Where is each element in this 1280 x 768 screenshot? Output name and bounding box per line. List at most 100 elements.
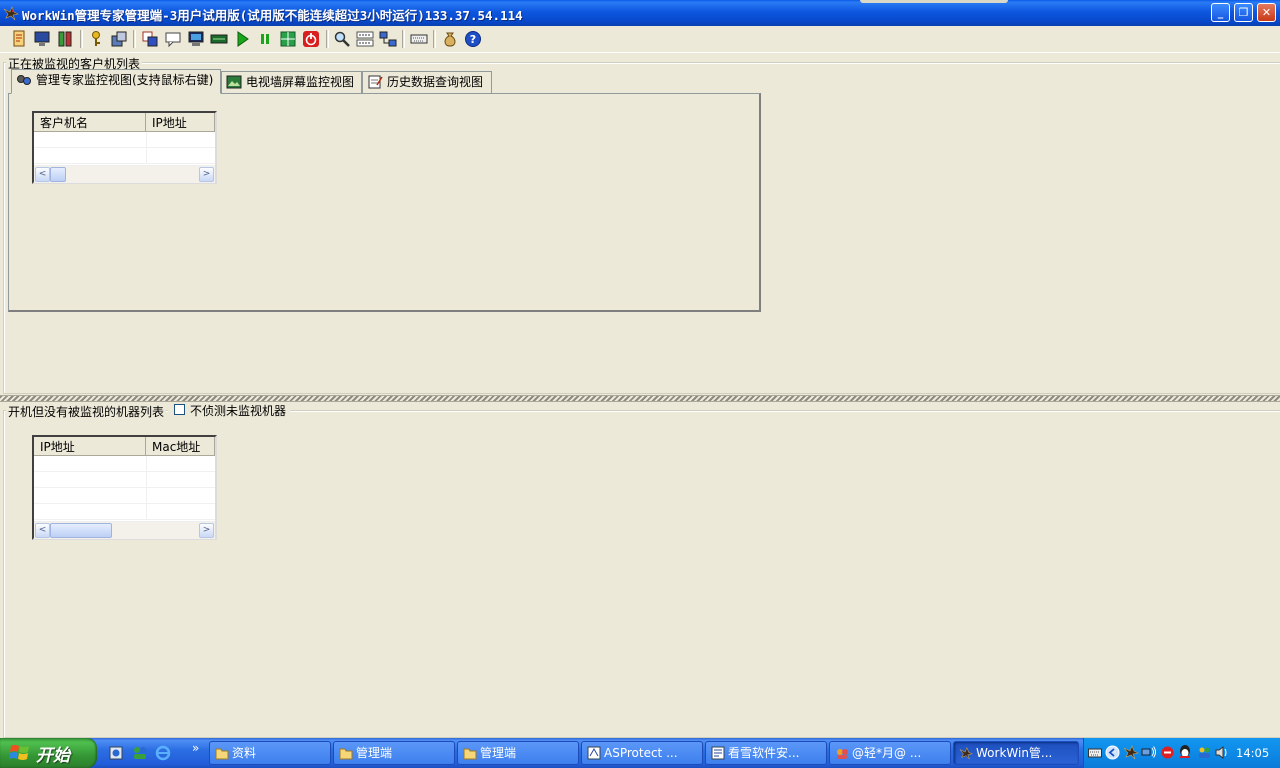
- scroll-thumb[interactable]: [50, 167, 66, 182]
- table-row[interactable]: [34, 148, 215, 164]
- column-header-ip[interactable]: IP地址: [146, 113, 215, 132]
- help-icon[interactable]: ?: [464, 30, 482, 48]
- users-tray-icon[interactable]: [1197, 745, 1212, 760]
- keyboard-tray-icon[interactable]: [1088, 747, 1102, 759]
- taskbar-item-label: 管理端: [356, 746, 393, 760]
- start-label: 开始: [36, 746, 70, 766]
- table-row[interactable]: [34, 504, 215, 520]
- column-header-mac[interactable]: Mac地址: [146, 437, 215, 456]
- horizontal-scrollbar[interactable]: < >: [34, 521, 215, 539]
- eagle-icon: [959, 747, 973, 760]
- taskbar-item-workwin[interactable]: WorkWin管...: [953, 741, 1079, 765]
- window-title: WorkWin管理专家管理端-3用户试用版(试用版不能连续超过3小时运行)133…: [22, 8, 523, 23]
- scroll-right-button[interactable]: >: [199, 167, 214, 182]
- taskbar-item-guanliduan-2[interactable]: 管理端: [457, 741, 579, 765]
- search-icon[interactable]: [333, 30, 351, 48]
- unmonitored-machines-list[interactable]: IP地址 Mac地址 < >: [32, 435, 217, 540]
- taskbar-item-chat[interactable]: @轻*月@ ...: [829, 741, 951, 765]
- ie-icon[interactable]: [155, 745, 171, 761]
- power-icon[interactable]: [302, 30, 320, 48]
- pane-splitter[interactable]: [0, 395, 1280, 402]
- money-bag-icon[interactable]: [441, 30, 459, 48]
- maximize-button[interactable]: ❐: [1234, 3, 1253, 22]
- column-header-client-name[interactable]: 客户机名: [34, 113, 146, 132]
- app-icon: [587, 746, 601, 760]
- screen-icon[interactable]: [187, 30, 205, 48]
- mac-icon[interactable]: [356, 30, 374, 48]
- taskbar-item-guanliduan-1[interactable]: 管理端: [333, 741, 455, 765]
- device-icon[interactable]: [210, 30, 228, 48]
- taskbar-item-kanxue[interactable]: 看雪软件安...: [705, 741, 827, 765]
- monitored-clients-list[interactable]: 客户机名 IP地址 < >: [32, 111, 217, 184]
- app-icon: [711, 746, 725, 760]
- network-icon[interactable]: [379, 30, 397, 48]
- monitor-icon[interactable]: [33, 30, 51, 48]
- grid-icon[interactable]: [279, 30, 297, 48]
- settings-icon[interactable]: [110, 30, 128, 48]
- taskbar-item-label: @轻*月@ ...: [852, 746, 922, 760]
- no-detect-checkbox-label[interactable]: 不侦测未监视机器: [190, 402, 286, 419]
- keyboard-icon[interactable]: [410, 30, 428, 48]
- tab-label: 历史数据查询视图: [387, 75, 484, 89]
- clock[interactable]: 14:05: [1236, 746, 1269, 760]
- scroll-left-button[interactable]: <: [35, 523, 50, 538]
- taskbar-item-label: WorkWin管...: [976, 746, 1053, 760]
- network-tray-icon[interactable]: [1141, 745, 1157, 760]
- taskbar-item-label: 管理端: [480, 746, 517, 760]
- taskbar-item-asprotect[interactable]: ASProtect ...: [581, 741, 703, 765]
- title-bar-tab-sliver: [860, 0, 1008, 3]
- tab-tv-wall-view[interactable]: 电视墙屏幕监控视图: [221, 71, 362, 93]
- minimize-button[interactable]: _: [1211, 3, 1230, 22]
- folder-icon: [463, 748, 477, 760]
- key-icon[interactable]: [87, 30, 105, 48]
- toolbar-separator: [326, 30, 329, 48]
- table-row[interactable]: [34, 488, 215, 504]
- horizontal-scrollbar[interactable]: < >: [34, 165, 215, 183]
- no-detect-checkbox[interactable]: [174, 404, 185, 415]
- table-row[interactable]: [34, 456, 215, 472]
- windows-logo-icon: [9, 745, 29, 760]
- users-icon[interactable]: [56, 30, 74, 48]
- messenger-icon[interactable]: [132, 745, 148, 761]
- table-row[interactable]: [34, 132, 215, 148]
- copy-icon[interactable]: [141, 30, 159, 48]
- report-icon[interactable]: [10, 30, 28, 48]
- qq-tray-icon[interactable]: [1177, 744, 1193, 760]
- folder-icon: [339, 748, 353, 760]
- eagle-icon[interactable]: [3, 5, 19, 21]
- taskbar-item-ziliao[interactable]: 资料: [209, 741, 331, 765]
- scroll-thumb[interactable]: [50, 523, 112, 538]
- quicklaunch-more-button[interactable]: »: [192, 741, 199, 755]
- svg-text:?: ?: [470, 33, 476, 46]
- column-divider: [146, 132, 147, 164]
- tab-history-view[interactable]: 历史数据查询视图: [362, 71, 492, 93]
- toolbar-separator: [433, 30, 436, 48]
- taskbar-item-label: 看雪软件安...: [728, 746, 800, 760]
- message-icon[interactable]: [164, 30, 182, 48]
- taskbar-item-label: 资料: [232, 746, 257, 760]
- binoculars-icon: [17, 75, 31, 85]
- eagle-tray-icon[interactable]: [1123, 744, 1139, 760]
- unmonitored-machines-label: 开机但没有被监视的机器列表: [6, 403, 167, 420]
- column-header-ip[interactable]: IP地址: [34, 437, 146, 456]
- taskbar-item-label: ASProtect ...: [604, 746, 678, 760]
- folder-icon: [215, 748, 229, 760]
- antivirus-tray-icon[interactable]: [1160, 745, 1175, 760]
- browser-icon[interactable]: [108, 745, 124, 761]
- scroll-right-button[interactable]: >: [199, 523, 214, 538]
- column-divider: [146, 456, 147, 520]
- close-button[interactable]: ✕: [1257, 3, 1276, 22]
- tab-label: 电视墙屏幕监控视图: [246, 75, 355, 89]
- picture-icon: [226, 75, 242, 89]
- tab-expert-monitor-view[interactable]: 管理专家监控视图(支持鼠标右键): [11, 69, 221, 94]
- play-icon[interactable]: [233, 30, 251, 48]
- volume-tray-icon[interactable]: [1214, 745, 1229, 760]
- chat-icon: [837, 749, 848, 759]
- scroll-left-button[interactable]: <: [35, 167, 50, 182]
- pause-icon[interactable]: [256, 30, 274, 48]
- table-row[interactable]: [34, 472, 215, 488]
- notepad-icon: [368, 75, 383, 89]
- tray-expand-icon[interactable]: [1105, 745, 1120, 760]
- toolbar-separator: [80, 30, 83, 48]
- toolbar-separator: [133, 30, 136, 48]
